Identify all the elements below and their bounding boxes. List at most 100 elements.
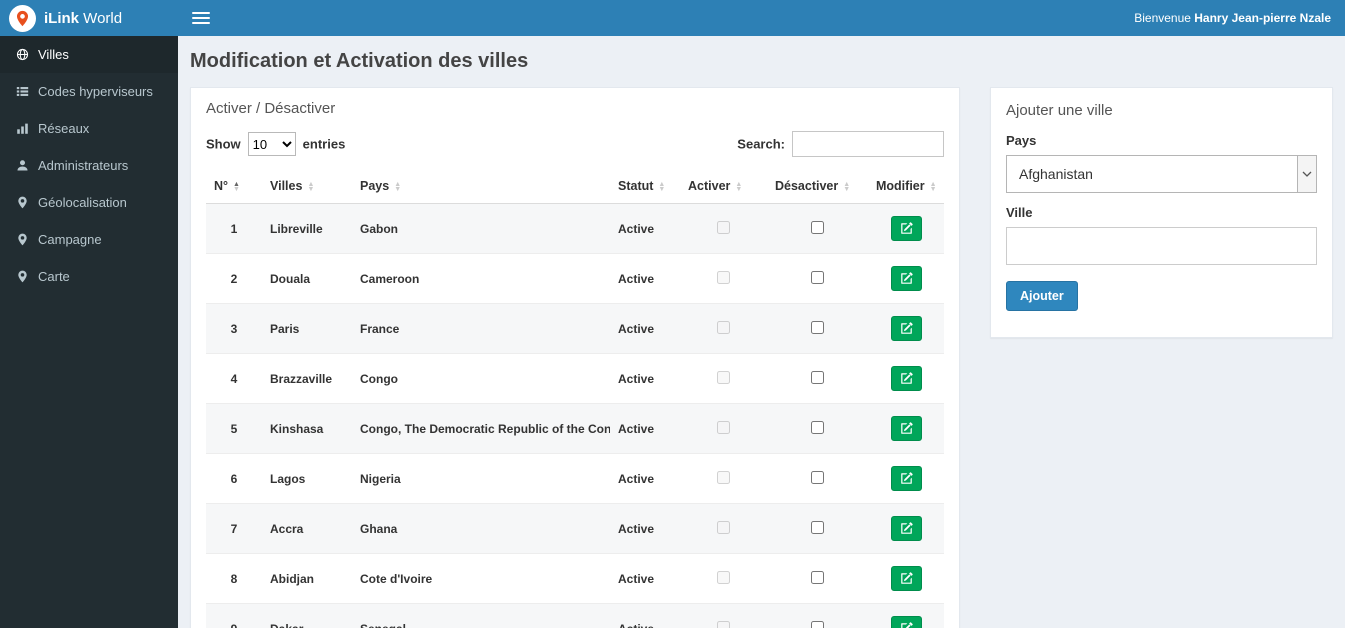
column-header-n[interactable]: N° ▲ ▼ [206, 170, 262, 204]
activer-checkbox [717, 570, 730, 584]
sort-icon: ▲ ▼ [307, 180, 315, 193]
hamburger-menu-icon[interactable] [192, 12, 210, 24]
entries-label: entries [302, 136, 346, 152]
table-row: 2 Douala Cameroon Active [206, 253, 944, 304]
cell-ville: Brazzaville [262, 353, 352, 404]
cell-modifier [868, 553, 944, 604]
column-label: Villes [270, 179, 303, 193]
cell-ville: Dakar [262, 603, 352, 628]
sidebar-item-r-seaux[interactable]: Réseaux [0, 110, 178, 147]
app-title: iLink World [44, 9, 123, 27]
modifier-button[interactable] [890, 416, 922, 441]
desactiver-checkbox[interactable] [811, 370, 824, 384]
chevron-down-icon [1297, 156, 1316, 192]
sidebar-item-campagne[interactable]: Campagne [0, 221, 178, 258]
desactiver-checkbox[interactable] [811, 620, 824, 628]
modifier-button[interactable] [890, 366, 922, 391]
cell-pays: Ghana [352, 503, 610, 554]
column-header-statut[interactable]: Statut ▲ ▼ [610, 170, 680, 204]
cell-desactiver [767, 353, 868, 404]
cell-desactiver [767, 603, 868, 628]
add-ville-panel: Ajouter une ville Pays Afghanistan Ville… [990, 87, 1333, 338]
pays-select[interactable]: Afghanistan [1006, 155, 1317, 193]
cell-numero: 7 [206, 503, 262, 554]
cell-desactiver [767, 403, 868, 454]
cell-ville: Abidjan [262, 553, 352, 604]
cell-pays: France [352, 303, 610, 354]
cell-statut: Active [610, 253, 680, 304]
table-row: 1 Libreville Gabon Active [206, 203, 944, 254]
column-header-d-sactiver[interactable]: Désactiver ▲ ▼ [767, 170, 868, 204]
cell-pays: Nigeria [352, 453, 610, 504]
cell-activer [680, 253, 767, 304]
cell-numero: 2 [206, 253, 262, 304]
modifier-button[interactable] [890, 316, 922, 341]
cell-statut: Active [610, 553, 680, 604]
cell-numero: 8 [206, 553, 262, 604]
search-input[interactable] [792, 131, 944, 157]
desactiver-checkbox[interactable] [811, 320, 824, 334]
desactiver-checkbox[interactable] [811, 570, 824, 584]
ajouter-button[interactable]: Ajouter [1006, 281, 1078, 311]
sort-icon: ▲ ▼ [929, 180, 937, 193]
sort-icon: ▲ ▼ [843, 180, 851, 193]
map-pin-icon [16, 10, 29, 26]
cell-pays: Cote d'Ivoire [352, 553, 610, 604]
sidebar-item-codes-hyperviseurs[interactable]: Codes hyperviseurs [0, 73, 178, 110]
cell-activer [680, 603, 767, 628]
sidebar-item-label: Codes hyperviseurs [38, 84, 153, 99]
cell-ville: Lagos [262, 453, 352, 504]
sidebar-item-g-olocalisation[interactable]: Géolocalisation [0, 184, 178, 221]
sidebar-item-label: Géolocalisation [38, 195, 127, 210]
edit-icon [900, 372, 913, 384]
map-marker-icon [15, 233, 29, 246]
sidebar-item-villes[interactable]: Villes [0, 36, 178, 73]
sidebar-item-carte[interactable]: Carte [0, 258, 178, 295]
sidebar-menu: Villes Codes hyperviseurs Réseaux Admini… [0, 36, 178, 628]
column-header-pays[interactable]: Pays ▲ ▼ [352, 170, 610, 204]
sidebar-item-label: Carte [38, 269, 70, 284]
modifier-button[interactable] [890, 216, 922, 241]
desactiver-checkbox[interactable] [811, 520, 824, 534]
modifier-button[interactable] [890, 266, 922, 291]
table-header-row: N° ▲ ▼ Villes ▲ ▼ Pays ▲ ▼ Statut ▲ ▼ Activer ▲ ▼ Désac… [206, 170, 944, 204]
cell-activer [680, 403, 767, 454]
desactiver-checkbox[interactable] [811, 270, 824, 284]
activer-checkbox [717, 220, 730, 234]
cell-modifier [868, 353, 944, 404]
cell-numero: 3 [206, 303, 262, 354]
cell-pays: Gabon [352, 203, 610, 254]
cell-numero: 9 [206, 603, 262, 628]
cell-activer [680, 203, 767, 254]
modifier-button[interactable] [890, 616, 922, 628]
table-panel-title: Activer / Désactiver [206, 100, 336, 117]
desactiver-checkbox[interactable] [811, 470, 824, 484]
map-marker-icon [15, 270, 29, 283]
modifier-button[interactable] [890, 566, 922, 591]
desactiver-checkbox[interactable] [811, 420, 824, 434]
column-header-activer[interactable]: Activer ▲ ▼ [680, 170, 767, 204]
cell-modifier [868, 203, 944, 254]
page-length-select[interactable]: 10 [247, 132, 296, 156]
column-label: Modifier [876, 179, 925, 193]
modifier-button[interactable] [890, 516, 922, 541]
cell-modifier [868, 453, 944, 504]
ville-input[interactable] [1006, 227, 1317, 265]
modifier-button[interactable] [890, 466, 922, 491]
desactiver-checkbox[interactable] [811, 220, 824, 234]
column-header-modifier[interactable]: Modifier ▲ ▼ [868, 170, 944, 204]
cell-modifier [868, 253, 944, 304]
sidebar-item-administrateurs[interactable]: Administrateurs [0, 147, 178, 184]
cell-modifier [868, 603, 944, 628]
cell-activer [680, 353, 767, 404]
top-navbar: iLink World Bienvenue Hanry Jean-pierre … [0, 0, 1345, 36]
sort-icon: ▲ ▼ [394, 180, 402, 193]
user-icon [15, 159, 29, 172]
activer-checkbox [717, 270, 730, 284]
villes-table-panel: Activer / Désactiver Show 10 entries Searc… [190, 87, 960, 628]
edit-icon [900, 522, 913, 534]
column-header-villes[interactable]: Villes ▲ ▼ [262, 170, 352, 204]
search-label: Search: [737, 136, 785, 152]
app-brand[interactable]: iLink World [0, 0, 178, 36]
column-label: Désactiver [775, 179, 839, 193]
